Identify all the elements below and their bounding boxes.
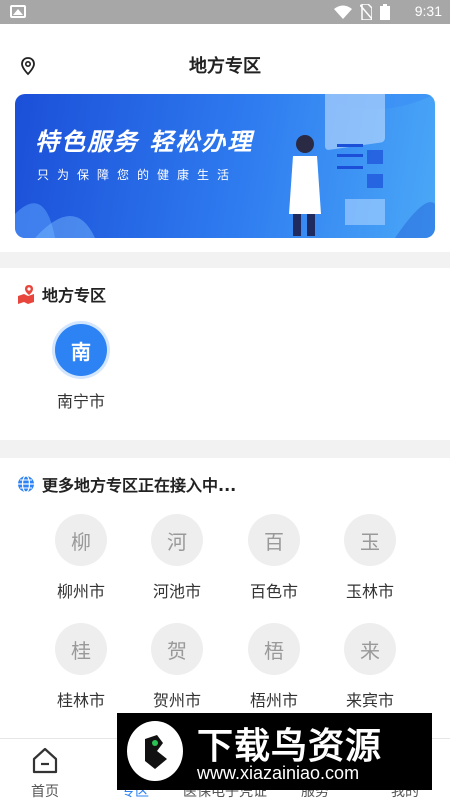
- city-liuzhou[interactable]: 柳 柳州市: [41, 514, 121, 602]
- status-time: 9:31: [414, 3, 442, 19]
- city-name: 贺州市: [152, 691, 201, 710]
- city-nanning[interactable]: 南 南宁市: [41, 324, 121, 412]
- globe-icon: [18, 475, 34, 493]
- section-title-local: 地方专区: [16, 282, 106, 306]
- city-baise[interactable]: 百 百色市: [234, 514, 314, 602]
- city-hezhou[interactable]: 贺 贺州市: [137, 623, 217, 711]
- city-guilin[interactable]: 桂 桂林市: [41, 623, 121, 711]
- city-wuzhou[interactable]: 梧 梧州市: [234, 623, 314, 711]
- battery-icon: [380, 4, 390, 20]
- section-title-local-label: 地方专区: [42, 286, 107, 305]
- city-laibin[interactable]: 来 来宾市: [330, 623, 410, 711]
- watermark-brand: 下载鸟资源: [197, 726, 383, 767]
- local-area-section: 地方专区 南 南宁市: [0, 268, 450, 440]
- watermark-url: www.xiazainiao.com: [197, 763, 360, 783]
- no-sim-icon: [360, 4, 372, 20]
- city-avatar: 百: [248, 514, 300, 566]
- map-location-icon: [18, 285, 34, 304]
- city-name: 桂林市: [56, 691, 105, 710]
- city-avatar: 桂: [55, 623, 107, 675]
- more-areas-section: 更多地方专区正在接入中... 柳 柳州市 河 河池市 百 百色市 玉 玉林市 桂…: [0, 458, 450, 738]
- city-avatar: 梧: [248, 623, 300, 675]
- city-yulin[interactable]: 玉 玉林市: [330, 514, 410, 602]
- banner-subline: 只为保障您的健康生活: [37, 168, 238, 182]
- city-hechi[interactable]: 河 河池市: [137, 514, 217, 602]
- city-avatar: 贺: [151, 623, 203, 675]
- wifi-icon: [334, 5, 352, 19]
- city-avatar: 柳: [55, 514, 107, 566]
- city-name: 百色市: [249, 582, 298, 601]
- promo-banner[interactable]: 特色服务 轻松办理 只为保障您的健康生活: [15, 94, 435, 238]
- section-title-more-label: 更多地方专区正在接入中...: [42, 476, 237, 495]
- home-icon: [32, 747, 58, 774]
- city-name: 玉林市: [345, 582, 394, 601]
- city-name: 河池市: [152, 582, 201, 601]
- tab-home[interactable]: 首页: [0, 739, 90, 800]
- city-avatar: 河: [151, 514, 203, 566]
- tab-label: 首页: [31, 784, 59, 800]
- section-title-more: 更多地方专区正在接入中...: [16, 472, 236, 496]
- watermark-overlay: 下载鸟资源 www.xiazainiao.com: [117, 713, 432, 790]
- status-bar: 9:31: [0, 0, 450, 24]
- bird-logo-icon: [127, 721, 183, 781]
- gallery-icon: [10, 5, 26, 18]
- city-avatar: 玉: [344, 514, 396, 566]
- banner-headline: 特色服务 轻松办理: [35, 128, 254, 156]
- city-name: 南宁市: [56, 392, 105, 411]
- city-name: 柳州市: [56, 582, 105, 601]
- city-avatar: 来: [344, 623, 396, 675]
- city-name: 梧州市: [249, 691, 298, 710]
- page-title: 地方专区: [189, 56, 261, 77]
- city-avatar: 南: [55, 324, 107, 376]
- city-name: 来宾市: [345, 691, 394, 710]
- header: 地方专区 特色服务 轻松办理 只为保障您的健康生活: [0, 24, 450, 252]
